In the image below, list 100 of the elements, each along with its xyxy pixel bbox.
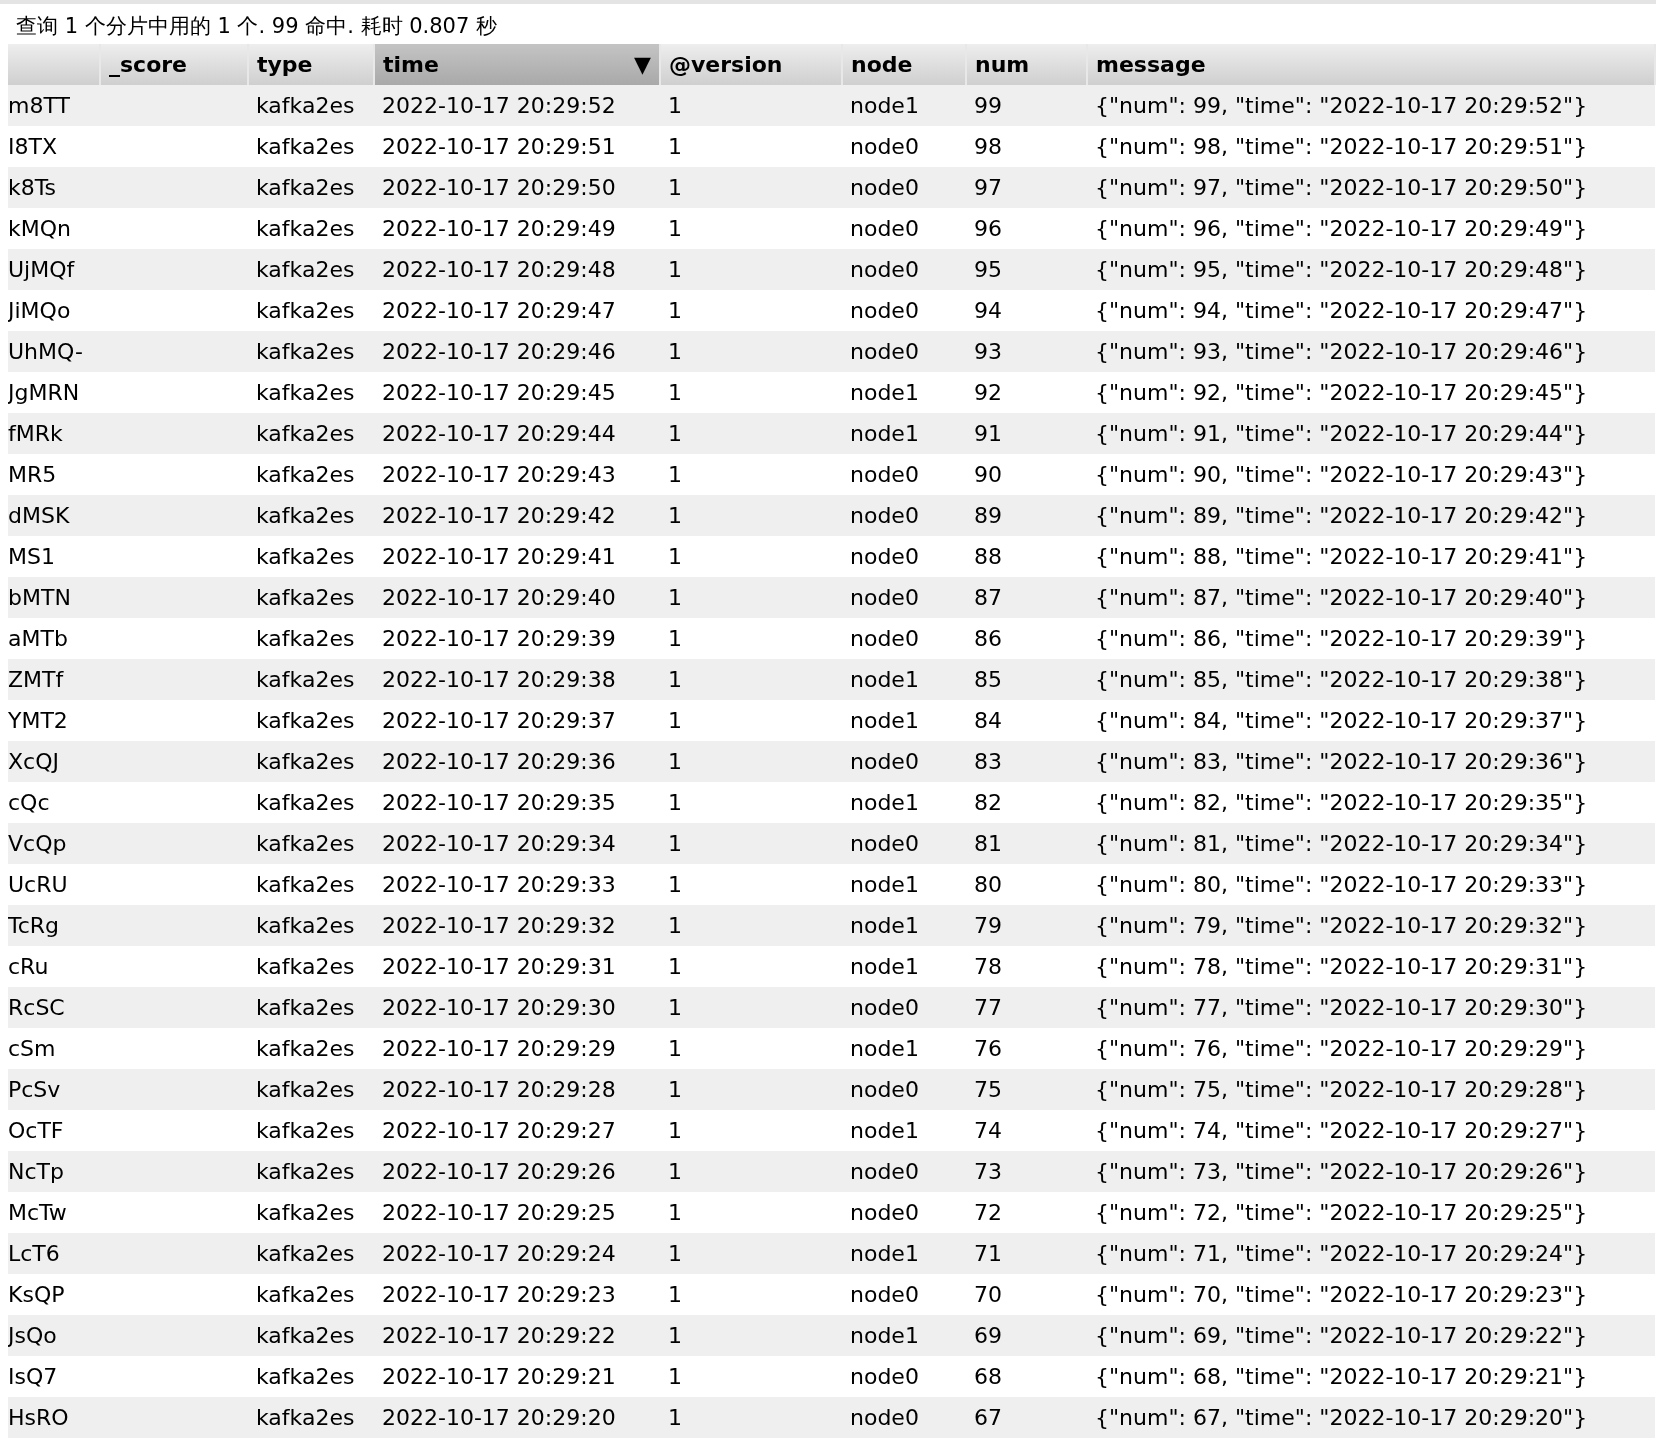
query-status-text: 查询 1 个分片中用的 1 个. 99 命中. 耗时 0.807 秒 xyxy=(16,14,497,38)
table-cell: {"num": 96, "time": "2022-10-17 20:29:49"} xyxy=(1095,216,1588,241)
table-cell: 68 xyxy=(974,1364,1002,1389)
table-cell: kafka2es xyxy=(256,667,355,692)
table-cell: kafka2es xyxy=(256,1241,355,1266)
table-cell: 2022-10-17 20:29:35 xyxy=(382,790,616,815)
table-cell: {"num": 94, "time": "2022-10-17 20:29:47"} xyxy=(1095,298,1588,323)
table-cell: VcQp xyxy=(8,831,67,856)
table-cell: 2022-10-17 20:29:37 xyxy=(382,708,616,733)
table-cell: 1 xyxy=(668,831,682,856)
table-cell: 81 xyxy=(974,831,1002,856)
column-header[interactable] xyxy=(8,44,100,85)
table-cell: node0 xyxy=(850,257,919,282)
table-cell: kafka2es xyxy=(256,216,355,241)
table-cell: 70 xyxy=(974,1282,1002,1307)
table-cell: 97 xyxy=(974,175,1002,200)
table-cell: kafka2es xyxy=(256,790,355,815)
table-cell: node1 xyxy=(850,1036,919,1061)
column-header[interactable]: message xyxy=(1087,44,1655,85)
table-cell: 2022-10-17 20:29:45 xyxy=(382,380,616,405)
table-cell: LcT6 xyxy=(8,1241,60,1266)
table-cell: node1 xyxy=(850,790,919,815)
table-cell: 1 xyxy=(668,1159,682,1184)
table-cell: kafka2es xyxy=(256,1200,355,1225)
table-cell: 2022-10-17 20:29:49 xyxy=(382,216,616,241)
table-cell: 1 xyxy=(668,1241,682,1266)
table-cell: 88 xyxy=(974,544,1002,569)
table-cell: kafka2es xyxy=(256,708,355,733)
table-cell: kafka2es xyxy=(256,913,355,938)
table-cell: 1 xyxy=(668,954,682,979)
table-cell: 2022-10-17 20:29:26 xyxy=(382,1159,616,1184)
table-cell: {"num": 81, "time": "2022-10-17 20:29:34"} xyxy=(1095,831,1588,856)
table-cell: {"num": 78, "time": "2022-10-17 20:29:31"} xyxy=(1095,954,1588,979)
table-cell: dMSK xyxy=(8,503,70,528)
table-cell: 1 xyxy=(668,1200,682,1225)
table-cell: node0 xyxy=(850,1282,919,1307)
table-cell: node0 xyxy=(850,749,919,774)
table-cell: 74 xyxy=(974,1118,1002,1143)
table-cell: {"num": 72, "time": "2022-10-17 20:29:25"} xyxy=(1095,1200,1588,1225)
table-cell: 93 xyxy=(974,339,1002,364)
table-cell: fMRk xyxy=(8,421,63,446)
table-cell: node1 xyxy=(850,708,919,733)
table-cell: 1 xyxy=(668,1405,682,1430)
table-cell: kafka2es xyxy=(256,1077,355,1102)
table-cell: 1 xyxy=(668,1036,682,1061)
table-cell: XcQJ xyxy=(8,749,59,774)
table-cell: 2022-10-17 20:29:28 xyxy=(382,1077,616,1102)
column-header[interactable]: num xyxy=(966,44,1087,85)
table-cell: cSm xyxy=(8,1036,56,1061)
table-cell: 2022-10-17 20:29:46 xyxy=(382,339,616,364)
table-cell: 69 xyxy=(974,1323,1002,1348)
table-cell: node0 xyxy=(850,1077,919,1102)
table-cell: 2022-10-17 20:29:42 xyxy=(382,503,616,528)
table-cell: UcRU xyxy=(8,872,68,897)
table-cell: {"num": 97, "time": "2022-10-17 20:29:50"} xyxy=(1095,175,1588,200)
table-cell: 91 xyxy=(974,421,1002,446)
table-cell: McTw xyxy=(8,1200,67,1225)
table-cell: kafka2es xyxy=(256,1364,355,1389)
table-cell: 84 xyxy=(974,708,1002,733)
table-cell: 77 xyxy=(974,995,1002,1020)
table-cell: 2022-10-17 20:29:50 xyxy=(382,175,616,200)
column-header[interactable]: time ▼ xyxy=(374,44,660,85)
table-cell: 73 xyxy=(974,1159,1002,1184)
table-cell: {"num": 74, "time": "2022-10-17 20:29:27"} xyxy=(1095,1118,1588,1143)
table-cell: 2022-10-17 20:29:52 xyxy=(382,93,616,118)
table-cell: {"num": 69, "time": "2022-10-17 20:29:22"} xyxy=(1095,1323,1588,1348)
table-cell: {"num": 73, "time": "2022-10-17 20:29:26"} xyxy=(1095,1159,1588,1184)
table-cell: node1 xyxy=(850,913,919,938)
table-cell: 1 xyxy=(668,790,682,815)
table-cell: node0 xyxy=(850,503,919,528)
table-cell: 2022-10-17 20:29:39 xyxy=(382,626,616,651)
table-cell: 2022-10-17 20:29:23 xyxy=(382,1282,616,1307)
column-header[interactable]: _score xyxy=(100,44,248,85)
table-cell: 2022-10-17 20:29:24 xyxy=(382,1241,616,1266)
column-header[interactable]: type xyxy=(248,44,374,85)
table-cell: node0 xyxy=(850,339,919,364)
table-cell: {"num": 85, "time": "2022-10-17 20:29:38"} xyxy=(1095,667,1588,692)
table-cell: 2022-10-17 20:29:43 xyxy=(382,462,616,487)
table-cell: 2022-10-17 20:29:32 xyxy=(382,913,616,938)
table-cell: node0 xyxy=(850,298,919,323)
table-cell: node0 xyxy=(850,1159,919,1184)
table-cell: 1 xyxy=(668,995,682,1020)
table-cell: kafka2es xyxy=(256,298,355,323)
table-cell: kafka2es xyxy=(256,585,355,610)
table-cell: 2022-10-17 20:29:30 xyxy=(382,995,616,1020)
table-cell: kafka2es xyxy=(256,954,355,979)
table-cell: 92 xyxy=(974,380,1002,405)
column-header[interactable]: @version xyxy=(660,44,842,85)
table-cell: kafka2es xyxy=(256,93,355,118)
table-cell: 76 xyxy=(974,1036,1002,1061)
table-cell: {"num": 87, "time": "2022-10-17 20:29:40"} xyxy=(1095,585,1588,610)
table-cell: cRu xyxy=(8,954,49,979)
table-cell: 2022-10-17 20:29:41 xyxy=(382,544,616,569)
table-cell: {"num": 79, "time": "2022-10-17 20:29:32"} xyxy=(1095,913,1588,938)
table-cell: 1 xyxy=(668,93,682,118)
table-cell: 95 xyxy=(974,257,1002,282)
table-cell: 99 xyxy=(974,93,1002,118)
column-header[interactable]: node xyxy=(842,44,966,85)
table-cell: NcTp xyxy=(8,1159,64,1184)
table-cell: 96 xyxy=(974,216,1002,241)
